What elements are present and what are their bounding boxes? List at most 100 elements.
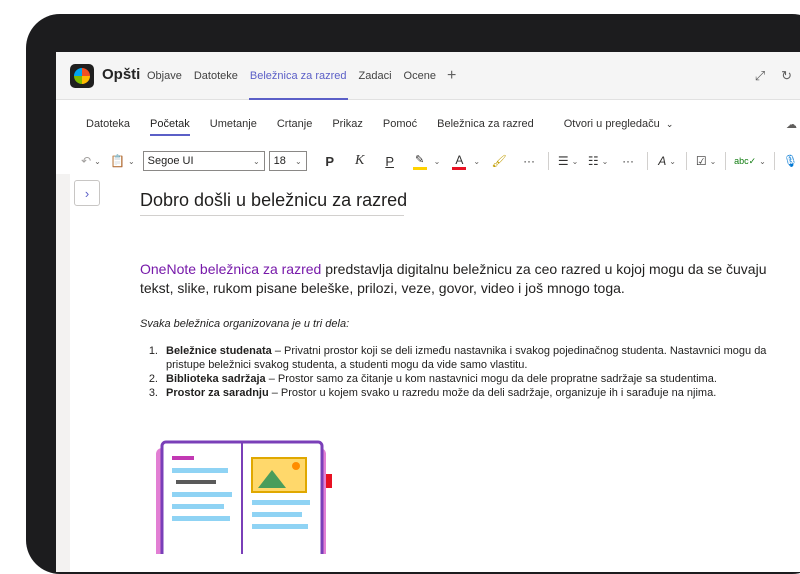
team-avatar-icon[interactable] xyxy=(70,64,94,88)
list-item-text: – Prostor u kojem svako u razredu može d… xyxy=(268,387,717,399)
ribbon-tab-pocetak[interactable]: Početak xyxy=(150,118,190,138)
font-color-button[interactable]: A xyxy=(448,150,470,172)
list-item-title: Biblioteka sadržaja xyxy=(166,373,266,385)
numbered-list-icon: ☷ xyxy=(587,154,599,168)
ribbon-tab-beleznica-za-razred[interactable]: Beležnica za razred xyxy=(437,118,534,138)
spellcheck-icon: abc✓ xyxy=(734,155,757,166)
font-size-input[interactable]: 18 ⌄ xyxy=(268,151,307,171)
tab-objave[interactable]: Objave xyxy=(146,52,183,100)
underline-button[interactable]: P xyxy=(379,150,401,172)
font-size-value: 18 xyxy=(273,155,286,167)
teams-window: Opšti Objave Datoteke Beležnica za razre… xyxy=(56,52,800,572)
chevron-down-icon: ⌄ xyxy=(571,156,579,166)
tab-datoteke[interactable]: Datoteke xyxy=(193,52,239,100)
chevron-down-icon: ⌄ xyxy=(665,119,674,129)
more-paragraph-button[interactable]: ··· xyxy=(617,150,639,172)
sections-subheading: Svaka beležnica organizovana je u tri de… xyxy=(140,318,350,330)
numbering-button[interactable]: ☷ ⌄ xyxy=(587,150,609,172)
list-number: 1. xyxy=(148,345,158,357)
bold-button[interactable]: P xyxy=(319,150,341,172)
paste-button[interactable]: 📋 ⌄ xyxy=(110,150,135,172)
onenote-link[interactable]: OneNote beležnica za razred xyxy=(140,261,321,277)
channel-title: Opšti xyxy=(102,66,141,83)
toolbar-divider xyxy=(686,152,688,170)
chevron-down-icon: ⌄ xyxy=(709,156,717,166)
highlighter-icon: ✎ xyxy=(415,153,425,166)
chevron-down-icon: ⌄ xyxy=(601,156,609,166)
list-item: 2. Biblioteka sadržaja – Prostor samo za… xyxy=(140,372,780,386)
brush-icon: 🖌 xyxy=(491,154,507,168)
list-item: 3. Prostor za saradnju – Prostor u kojem… xyxy=(140,386,780,400)
chevron-down-icon: ⌄ xyxy=(127,156,135,166)
undo-icon: ↶ xyxy=(81,154,92,168)
notebook-illustration xyxy=(156,440,332,554)
highlight-dropdown[interactable]: ⌄ xyxy=(431,150,441,172)
text-line xyxy=(252,512,302,517)
ribbon-tabs: Datoteka Početak Umetanje Crtanje Prikaz… xyxy=(56,118,800,144)
text-line xyxy=(172,492,232,497)
spelling-button[interactable]: abc✓ ⌄ xyxy=(734,150,766,172)
styles-button[interactable]: A ⌄ xyxy=(656,150,678,172)
ribbon-tab-crtanje[interactable]: Crtanje xyxy=(277,118,312,138)
bullets-button[interactable]: ☰ ⌄ xyxy=(557,150,579,172)
chevron-down-icon: ⌄ xyxy=(669,156,676,166)
dictate-button[interactable]: 🎙⌄ xyxy=(783,150,800,172)
tab-beleznica-za-razred[interactable]: Beležnica za razred xyxy=(248,52,348,100)
note-page: Dobro došli u beležnicu za razred OneNot… xyxy=(140,190,800,399)
text-line xyxy=(172,468,228,473)
chevron-right-icon: › xyxy=(84,185,90,201)
font-name-input[interactable]: Segoe UI ⌄ xyxy=(142,151,265,171)
navigation-strip xyxy=(56,174,70,572)
scribble-line xyxy=(176,480,216,484)
toolbar-divider xyxy=(647,152,649,170)
text-line xyxy=(172,516,230,521)
more-formatting-button[interactable]: ··· xyxy=(518,150,540,172)
tab-ocene[interactable]: Ocene xyxy=(403,52,437,100)
channel-tabs: Objave Datoteke Beležnica za razred Zada… xyxy=(146,52,456,100)
clipboard-icon: 📋 xyxy=(110,154,125,168)
ribbon-tab-prikaz[interactable]: Prikaz xyxy=(332,118,363,138)
chevron-down-icon: ⌄ xyxy=(473,156,481,166)
bullet-list-icon: ☰ xyxy=(557,154,569,168)
ribbon-toolbar: ↶ ⌄ 📋 ⌄ Segoe UI ⌄ 18 ⌄ P K P ✎ ⌄ A ⌄ 🖌 ··… xyxy=(56,148,800,174)
ribbon-tab-datoteka[interactable]: Datoteka xyxy=(86,118,130,138)
chevron-down-icon: ⌄ xyxy=(433,156,441,166)
list-number: 2. xyxy=(148,373,158,385)
tag-checkbox-icon: ☑ xyxy=(695,154,707,168)
toolbar-divider xyxy=(725,152,727,170)
list-item: 1. Beležnice studenata – Privatni prosto… xyxy=(140,344,780,372)
page-title[interactable]: Dobro došli u beležnicu za razred xyxy=(140,190,407,216)
chevron-down-icon: ⌄ xyxy=(759,156,766,166)
expand-icon[interactable]: ⤢ xyxy=(755,68,765,84)
cloud-icon[interactable]: ☁ xyxy=(786,118,797,131)
list-item-title: Beležnice studenata xyxy=(166,345,272,357)
italic-button[interactable]: K xyxy=(349,150,371,172)
chevron-down-icon: ⌄ xyxy=(94,156,101,166)
expand-navigation-button[interactable]: › xyxy=(74,180,100,206)
format-painter-button[interactable]: 🖌 xyxy=(488,150,510,172)
list-item-text: – Prostor samo za čitanje u kom nastavni… xyxy=(265,373,717,385)
tab-zadaci[interactable]: Zadaci xyxy=(358,52,393,100)
microphone-icon: 🎙 xyxy=(782,154,799,168)
open-in-browser-label: Otvori u pregledaču xyxy=(563,118,660,130)
list-number: 3. xyxy=(148,387,158,399)
ribbon-tab-pomoc[interactable]: Pomoć xyxy=(383,118,417,138)
font-name-value: Segoe UI xyxy=(147,155,194,167)
bookmark-tab xyxy=(326,474,332,488)
font-color-icon: A xyxy=(455,152,464,167)
plus-icon[interactable]: + xyxy=(447,52,456,100)
styles-icon: A xyxy=(658,154,667,168)
refresh-icon[interactable]: ↻ xyxy=(781,68,792,84)
text-line xyxy=(252,500,310,505)
font-color-bar xyxy=(452,166,467,170)
font-color-dropdown[interactable]: ⌄ xyxy=(470,150,480,172)
ribbon-tab-otvori-u-pregledacu[interactable]: Otvori u pregledaču ⌄ xyxy=(564,118,674,138)
text-line xyxy=(252,524,308,529)
undo-button[interactable]: ↶ ⌄ xyxy=(80,150,102,172)
ribbon-tab-umetanje[interactable]: Umetanje xyxy=(210,118,257,138)
sections-list: 1. Beležnice studenata – Privatni prosto… xyxy=(140,344,780,400)
highlight-button[interactable]: ✎ xyxy=(409,150,431,172)
intro-paragraph[interactable]: OneNote beležnica za razred predstavlja … xyxy=(140,260,780,298)
sun-shape xyxy=(292,462,300,470)
tag-button[interactable]: ☑ ⌄ xyxy=(695,150,717,172)
